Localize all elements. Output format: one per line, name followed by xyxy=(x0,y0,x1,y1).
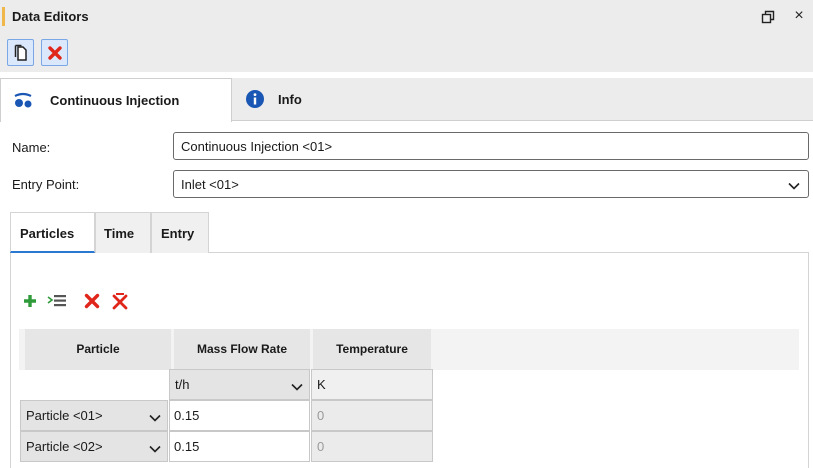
chevron-down-icon xyxy=(149,411,161,426)
remove-red-x-icon[interactable] xyxy=(83,292,101,310)
mass-flow-unit-select[interactable]: t/h xyxy=(169,369,310,400)
close-icon[interactable]: × xyxy=(791,8,807,24)
editor-title-bar: Data Editors × xyxy=(0,0,813,34)
temperature-cell-row-1: 0 xyxy=(311,400,433,431)
particle-select-row-2[interactable]: Particle <02> xyxy=(20,431,168,462)
insert-rows-icon[interactable] xyxy=(46,292,66,310)
grid-header-row: Particle Mass Flow Rate Temperature xyxy=(19,329,799,370)
tab-info-label: Info xyxy=(278,92,302,107)
editor-title: Data Editors xyxy=(12,9,89,24)
column-header-particle[interactable]: Particle xyxy=(25,329,171,370)
temperature-unit-value: K xyxy=(317,377,326,392)
add-green-plus-icon[interactable] xyxy=(21,292,39,310)
chevron-down-icon xyxy=(149,442,161,457)
main-tab-strip: Continuous Injection Info xyxy=(0,78,813,122)
entry-point-label: Entry Point: xyxy=(12,177,80,192)
tab-time-label: Time xyxy=(104,226,135,241)
title-accent-bar xyxy=(2,7,5,26)
mass-flow-cell-row-2[interactable]: 0.15 xyxy=(169,431,310,462)
name-input[interactable] xyxy=(173,132,809,160)
tab-time[interactable]: Time xyxy=(95,212,151,253)
particle-select-row-1[interactable]: Particle <01> xyxy=(20,400,168,431)
chevron-down-icon xyxy=(788,179,800,194)
sub-tab-strip: Particles Time Entry xyxy=(10,212,809,253)
remove-all-icon[interactable] xyxy=(111,292,129,310)
tab-entry[interactable]: Entry xyxy=(151,212,209,253)
info-icon xyxy=(245,89,265,112)
mass-flow-cell-row-1[interactable]: 0.15 xyxy=(169,400,310,431)
column-header-mass-flow-rate[interactable]: Mass Flow Rate xyxy=(174,329,310,370)
temperature-unit-cell: K xyxy=(311,369,433,400)
name-label: Name: xyxy=(12,140,51,155)
temperature-value: 0 xyxy=(317,439,325,454)
particle-value: Particle <02> xyxy=(26,439,103,454)
temperature-cell-row-2: 0 xyxy=(311,431,433,462)
entry-point-value: Inlet <01> xyxy=(181,177,239,192)
particles-icon xyxy=(12,92,34,113)
particle-value: Particle <01> xyxy=(26,408,103,423)
tab-info[interactable]: Info xyxy=(232,78,328,121)
tab-continuous-injection[interactable]: Continuous Injection xyxy=(0,78,232,122)
mass-flow-value: 0.15 xyxy=(174,439,200,454)
new-document-button[interactable] xyxy=(7,39,34,66)
temperature-value: 0 xyxy=(317,408,325,423)
tab-particles-label: Particles xyxy=(20,226,75,241)
mass-flow-value: 0.15 xyxy=(174,408,200,423)
entry-point-select[interactable]: Inlet <01> xyxy=(173,170,809,198)
tab-entry-label: Entry xyxy=(161,226,195,241)
tab-continuous-injection-label: Continuous Injection xyxy=(50,93,180,108)
delete-button[interactable] xyxy=(41,39,68,66)
column-header-temperature[interactable]: Temperature xyxy=(313,329,431,370)
editor-toolbar xyxy=(0,34,813,72)
restore-window-icon[interactable] xyxy=(760,9,776,25)
chevron-down-icon xyxy=(291,380,303,395)
tab-particles[interactable]: Particles xyxy=(10,212,95,253)
mass-flow-unit-value: t/h xyxy=(175,377,190,392)
